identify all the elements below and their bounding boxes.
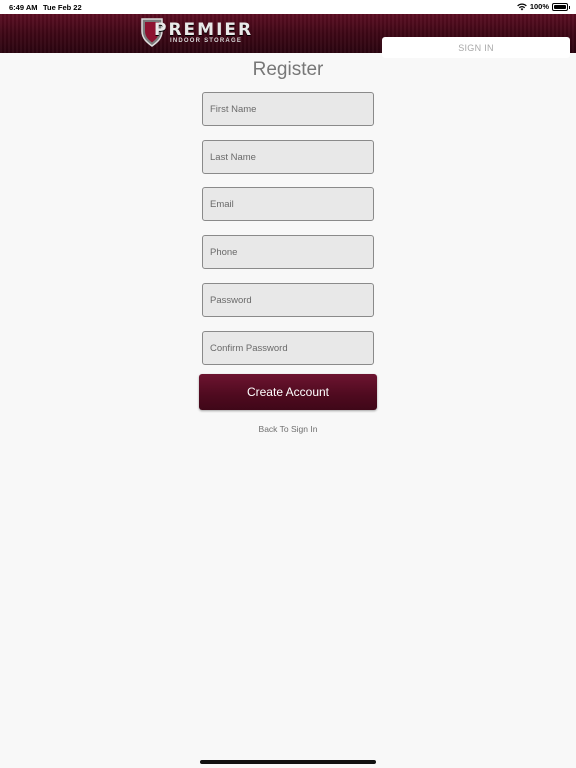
create-account-button[interactable]: Create Account — [199, 374, 377, 410]
app-header: PREMIER INDOOR STORAGE SIGN IN — [0, 14, 576, 58]
premier-logo: PREMIER INDOOR STORAGE — [140, 17, 254, 49]
battery-fill — [554, 4, 566, 9]
last-name-field[interactable] — [202, 140, 374, 174]
logo-subtitle: INDOOR STORAGE — [170, 38, 243, 44]
email-field[interactable] — [202, 187, 374, 221]
sign-in-button[interactable]: SIGN IN — [382, 37, 570, 58]
status-bar: 6:49 AM Tue Feb 22 100% — [0, 0, 576, 14]
phone-field[interactable] — [202, 235, 374, 269]
first-name-field[interactable] — [202, 92, 374, 126]
password-field[interactable] — [202, 283, 374, 317]
battery-percent: 100% — [529, 2, 549, 11]
logo-brand: PREMIER — [154, 20, 254, 40]
status-date: Tue Feb 22 — [43, 3, 82, 12]
wifi-icon — [517, 3, 527, 10]
home-indicator[interactable] — [200, 760, 376, 764]
page-title: Register — [252, 59, 324, 80]
status-right: 100% — [517, 2, 570, 11]
confirm-password-field[interactable] — [202, 331, 374, 365]
back-to-sign-in-link[interactable]: Back To Sign In — [0, 424, 576, 434]
battery-icon — [552, 2, 570, 11]
status-time: 6:49 AM — [9, 3, 38, 12]
